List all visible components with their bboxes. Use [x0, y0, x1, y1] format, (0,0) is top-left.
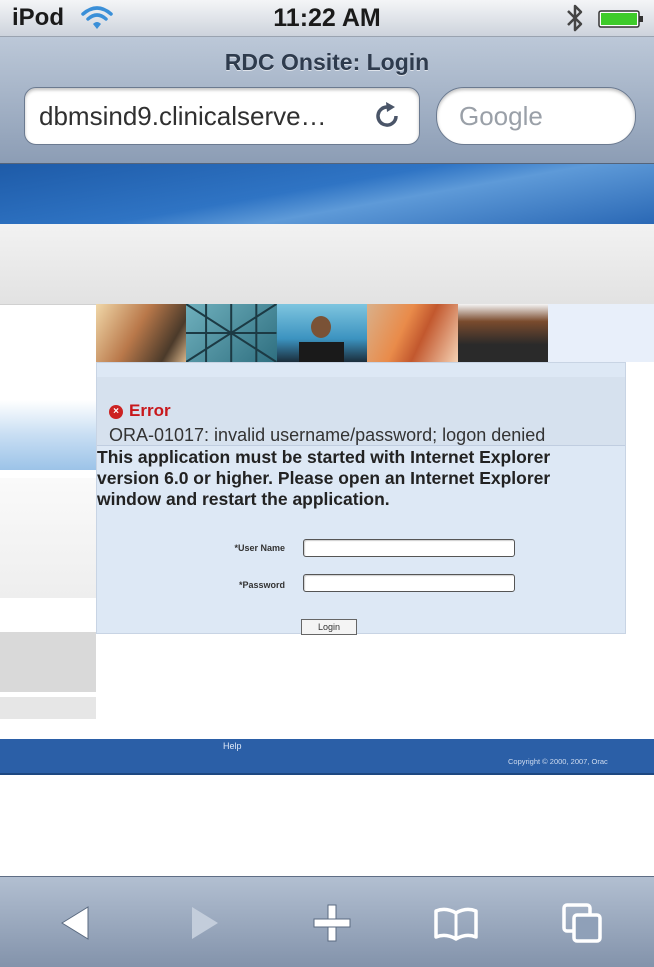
back-icon[interactable]	[52, 899, 100, 947]
bookmarks-icon[interactable]	[432, 899, 480, 947]
site-footer: Help Copyright © 2000, 2007, Orac	[0, 739, 654, 775]
page-title: RDC Onsite: Login	[224, 49, 430, 75]
photo-researchers	[96, 304, 187, 362]
photo-businessman	[457, 304, 549, 362]
error-message: ORA-01017: invalid username/password; lo…	[109, 425, 546, 445]
help-link[interactable]: Help	[223, 741, 242, 751]
error-icon: ×	[109, 405, 123, 419]
pages-icon[interactable]	[558, 899, 606, 947]
address-bar[interactable]: dbmsind9.clinicalserve…	[24, 87, 420, 145]
left-panel-decoration	[0, 697, 96, 719]
error-title: Error	[129, 401, 171, 420]
browser-toolbar	[0, 876, 654, 967]
password-input[interactable]	[303, 574, 515, 592]
site-header-banner	[0, 164, 654, 224]
search-placeholder[interactable]: Google	[459, 101, 543, 132]
left-panel-decoration	[0, 632, 96, 692]
username-label: *User Name	[234, 543, 285, 553]
left-panel-decoration	[0, 400, 96, 470]
add-bookmark-icon[interactable]	[308, 899, 356, 947]
photo-call-center	[367, 304, 458, 362]
clock: 11:22 AM	[273, 4, 381, 32]
browser-chrome: RDC Onsite: Login dbmsind9.clinicalserve…	[0, 37, 654, 164]
site-header-band	[0, 224, 654, 305]
forward-icon[interactable]	[180, 899, 228, 947]
password-label: *Password	[238, 580, 285, 590]
photo-dna-lattice	[186, 304, 277, 362]
copyright-text: Copyright © 2000, 2007, Orac	[508, 757, 608, 766]
status-bar: iPod 11:22 AM	[0, 0, 654, 37]
reload-icon[interactable]	[371, 100, 403, 132]
photo-laptop-worker	[276, 304, 368, 362]
error-box: × Error ORA-01017: invalid username/pass…	[97, 377, 625, 446]
photo-strip	[96, 304, 549, 362]
left-panel-decoration	[0, 478, 96, 598]
login-button[interactable]: Login	[301, 619, 357, 635]
username-input[interactable]	[303, 539, 515, 557]
login-panel: × Error ORA-01017: invalid username/pass…	[96, 362, 626, 635]
url-text[interactable]: dbmsind9.clinicalserve…	[39, 101, 359, 132]
bluetooth-icon	[567, 4, 583, 32]
battery-icon	[598, 10, 643, 28]
search-field[interactable]: Google	[436, 87, 636, 145]
browser-requirement-notice: This application must be started with In…	[97, 447, 551, 509]
